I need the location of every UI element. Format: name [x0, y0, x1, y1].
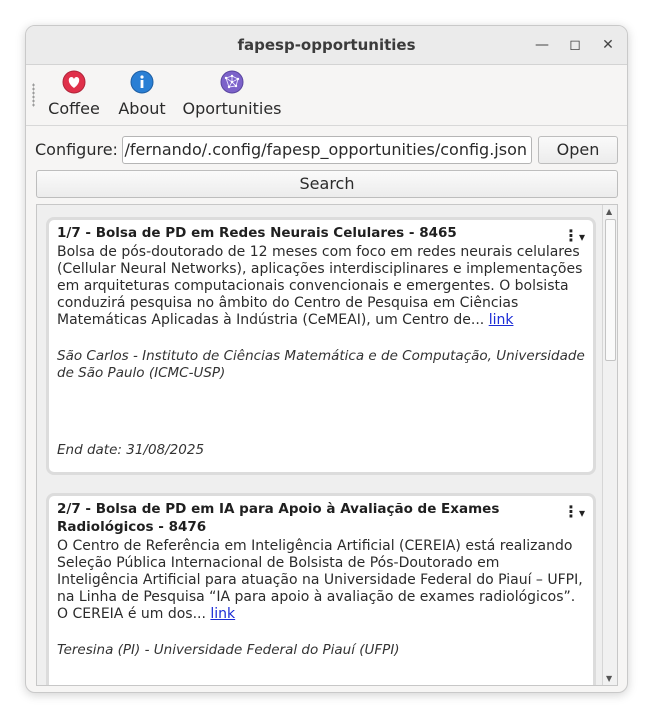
- card-menu-icon[interactable]: ⋮▾: [563, 226, 585, 245]
- close-icon[interactable]: ✕: [597, 34, 619, 56]
- network-icon: [220, 70, 244, 94]
- config-path-field[interactable]: :/fernando/.config/fapesp_opportunities/…: [122, 136, 532, 164]
- opportunities-button[interactable]: Oportunities: [181, 69, 283, 118]
- card-description: Bolsa de pós-doutorado de 12 meses com f…: [57, 244, 583, 328]
- scroll-down-icon[interactable]: ▼: [606, 674, 612, 683]
- opportunities-label: Oportunities: [182, 99, 282, 118]
- coffee-label: Coffee: [48, 99, 100, 118]
- about-button[interactable]: About: [114, 69, 170, 118]
- opportunity-card: 2/7 - Bolsa de PD em IA para Apoio à Ava…: [46, 493, 596, 685]
- app-window: fapesp-opportunities — ◻ ✕ Coffee About: [25, 25, 628, 693]
- scroll-up-icon[interactable]: ▲: [606, 207, 612, 216]
- search-button[interactable]: Search: [36, 170, 618, 198]
- configure-label: Configure:: [35, 140, 118, 159]
- opportunities-list[interactable]: 1/7 - Bolsa de PD em Redes Neurais Celul…: [36, 204, 618, 686]
- card-link[interactable]: link: [210, 606, 235, 622]
- info-icon: [130, 70, 154, 94]
- card-location: São Carlos - Instituto de Ciências Matem…: [57, 348, 585, 381]
- card-location: Teresina (PI) - Universidade Federal do …: [57, 642, 400, 658]
- toolbar-grip[interactable]: [32, 83, 35, 107]
- card-title: 2/7 - Bolsa de PD em IA para Apoio à Ava…: [57, 501, 500, 535]
- vertical-scrollbar[interactable]: ▲ ▼: [602, 205, 617, 685]
- opportunity-card: 1/7 - Bolsa de PD em Redes Neurais Celul…: [46, 217, 596, 475]
- heart-icon: [62, 70, 86, 94]
- card-link[interactable]: link: [489, 312, 514, 328]
- toolbar: Coffee About Oportunities: [26, 65, 627, 126]
- card-description: O Centro de Referência em Inteligência A…: [57, 538, 583, 622]
- open-button[interactable]: Open: [538, 136, 618, 164]
- card-menu-icon[interactable]: ⋮▾: [563, 502, 585, 521]
- about-label: About: [118, 99, 166, 118]
- title-bar: fapesp-opportunities — ◻ ✕: [26, 26, 627, 65]
- maximize-icon[interactable]: ◻: [564, 34, 586, 56]
- minimize-icon[interactable]: —: [531, 34, 553, 56]
- coffee-button[interactable]: Coffee: [46, 69, 102, 118]
- scrollbar-thumb[interactable]: [605, 219, 616, 361]
- card-end-date: End date: 31/08/2025: [57, 442, 205, 458]
- card-title: 1/7 - Bolsa de PD em Redes Neurais Celul…: [57, 225, 457, 241]
- config-path-value: :/fernando/.config/fapesp_opportunities/…: [122, 140, 527, 159]
